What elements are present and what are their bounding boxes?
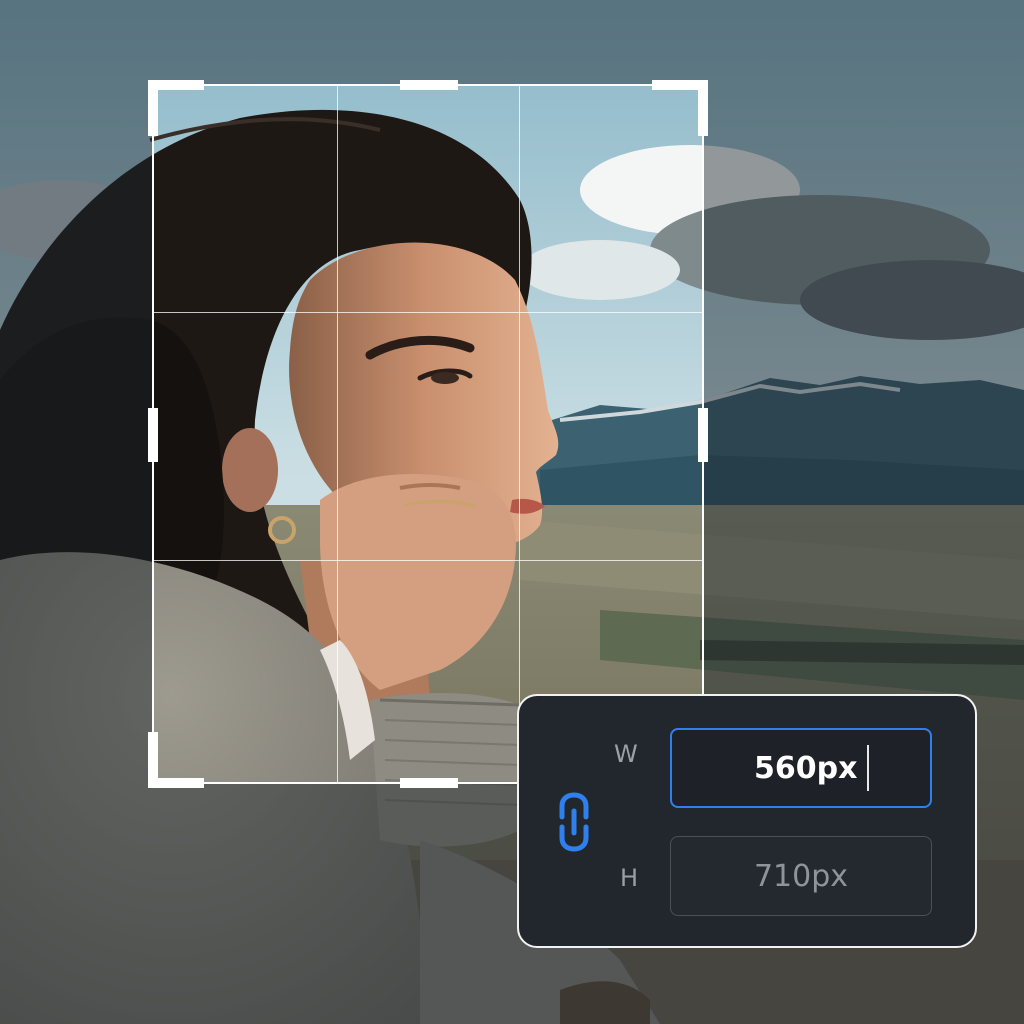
width-label: W [614,740,638,768]
crop-handle-right[interactable] [698,408,708,462]
width-input[interactable]: 560px [670,728,932,808]
crop-handle-top-left[interactable] [148,80,204,136]
height-input[interactable]: 710px [670,836,932,916]
height-label: H [620,864,639,892]
crop-grid-line-vertical-2 [519,86,520,782]
text-caret [867,745,870,791]
crop-grid-line-horizontal-2 [154,560,702,561]
crop-grid-line-vertical-1 [337,86,338,782]
crop-handle-top[interactable] [400,80,458,90]
height-value: 710px [753,858,849,894]
width-value: 560px [754,750,858,786]
crop-handle-top-right[interactable] [652,80,708,136]
crop-size-panel: W 560px H 710px [517,694,977,948]
crop-handle-bottom[interactable] [400,778,458,788]
crop-frame[interactable] [148,80,708,788]
crop-handle-left[interactable] [148,408,158,462]
link-icon[interactable] [557,792,591,852]
image-editor-canvas: W 560px H 710px [0,0,1024,1024]
crop-handle-bottom-left[interactable] [148,732,204,788]
crop-grid-line-horizontal-1 [154,312,702,313]
